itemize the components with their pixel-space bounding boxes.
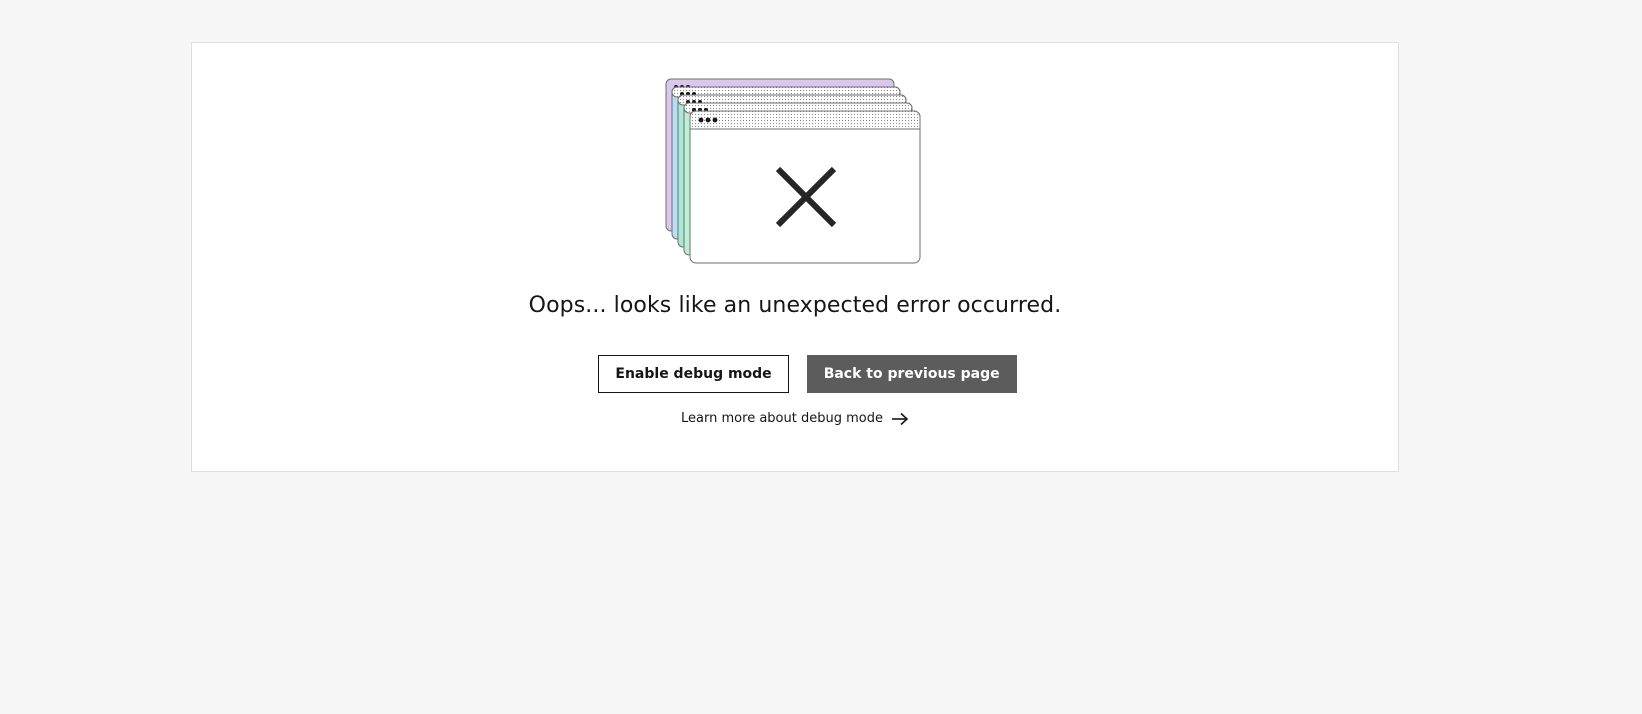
learn-more-debug-link[interactable]: Learn more about debug mode (192, 411, 1398, 426)
enable-debug-mode-button[interactable]: Enable debug mode (598, 355, 789, 393)
error-message: Oops... looks like an unexpected error o… (528, 293, 1062, 318)
action-buttons: Enable debug mode Back to previous page (192, 355, 1398, 393)
learn-more-label: Learn more about debug mode (681, 411, 883, 426)
arrow-right-icon (891, 412, 909, 425)
error-windows-icon (665, 78, 921, 264)
window-front (689, 110, 921, 264)
back-to-previous-page-button[interactable]: Back to previous page (806, 355, 1017, 393)
error-card: Oops... looks like an unexpected error o… (191, 42, 1399, 472)
